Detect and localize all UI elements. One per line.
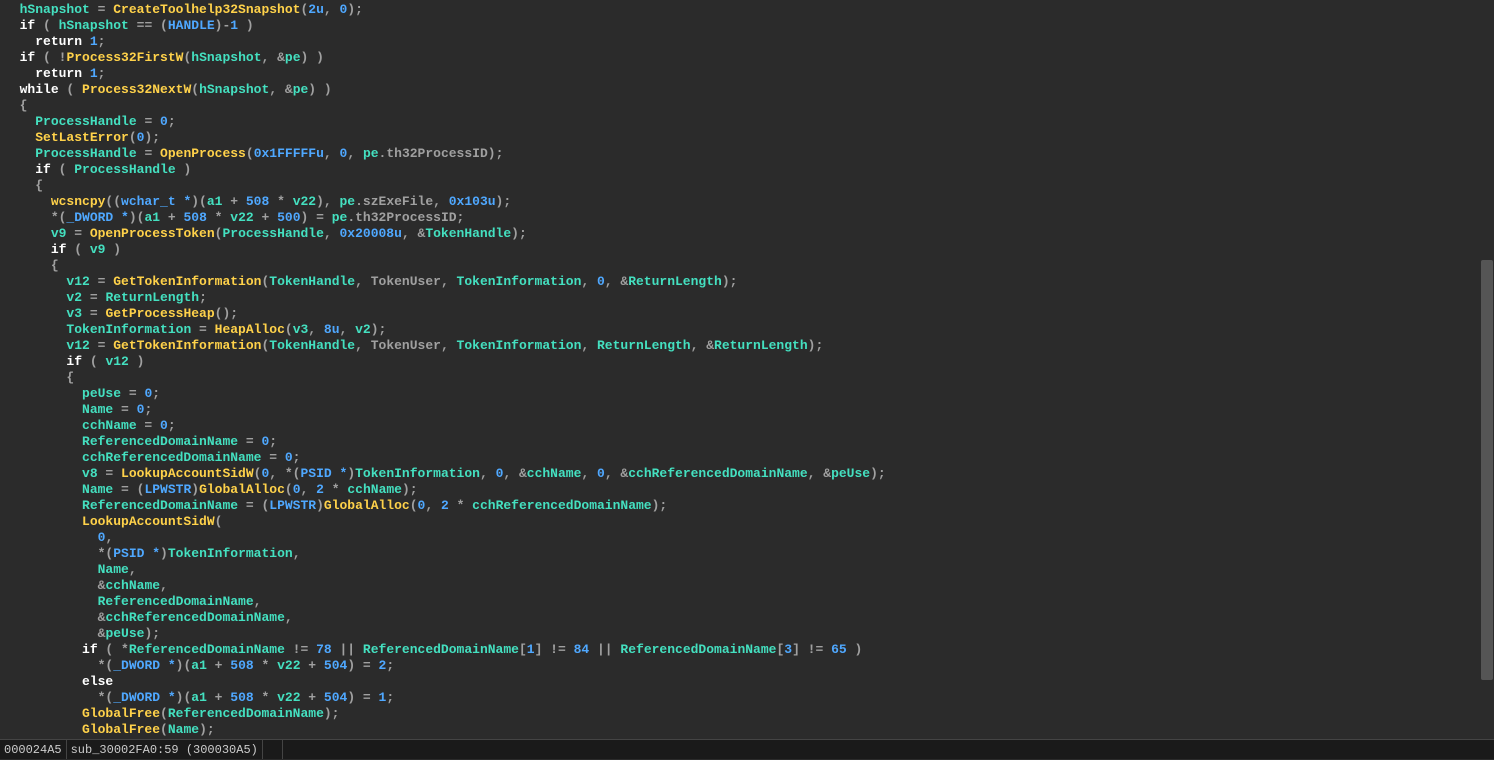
code-line[interactable]: *(_DWORD *)(a1 + 508 * v22 + 500) = pe.t…	[0, 210, 1494, 226]
code-line[interactable]: if ( v12 )	[0, 354, 1494, 370]
code-line[interactable]: return 1;	[0, 34, 1494, 50]
scrollbar-thumb[interactable]	[1481, 260, 1493, 680]
code-line[interactable]: *(_DWORD *)(a1 + 508 * v22 + 504) = 2;	[0, 658, 1494, 674]
status-bar: 000024A5 sub_30002FA0:59 (300030A5)	[0, 739, 1494, 759]
code-line[interactable]: *(PSID *)TokenInformation,	[0, 546, 1494, 562]
code-line[interactable]: cchName = 0;	[0, 418, 1494, 434]
code-line[interactable]: &peUse);	[0, 626, 1494, 642]
code-line[interactable]: ProcessHandle = 0;	[0, 114, 1494, 130]
code-line[interactable]: v12 = GetTokenInformation(TokenHandle, T…	[0, 274, 1494, 290]
code-line[interactable]: v2 = ReturnLength;	[0, 290, 1494, 306]
code-line[interactable]: cchReferencedDomainName = 0;	[0, 450, 1494, 466]
code-line[interactable]: hSnapshot = CreateToolhelp32Snapshot(2u,…	[0, 2, 1494, 18]
code-line[interactable]: v9 = OpenProcessToken(ProcessHandle, 0x2…	[0, 226, 1494, 242]
code-line[interactable]: ReferencedDomainName = (LPWSTR)GlobalAll…	[0, 498, 1494, 514]
code-line[interactable]: return 1;	[0, 66, 1494, 82]
code-line[interactable]: {	[0, 178, 1494, 194]
code-line[interactable]: GlobalFree(Name);	[0, 722, 1494, 738]
code-line[interactable]: GlobalFree(ReferencedDomainName);	[0, 706, 1494, 722]
code-line[interactable]: &cchName,	[0, 578, 1494, 594]
code-line[interactable]: Name = 0;	[0, 402, 1494, 418]
code-line[interactable]: &cchReferencedDomainName,	[0, 610, 1494, 626]
code-line[interactable]: if ( hSnapshot == (HANDLE)-1 )	[0, 18, 1494, 34]
status-location: sub_30002FA0:59 (300030A5)	[67, 740, 263, 759]
code-line[interactable]: SetLastError(0);	[0, 130, 1494, 146]
code-line[interactable]: if ( v9 )	[0, 242, 1494, 258]
code-line[interactable]: v3 = GetProcessHeap();	[0, 306, 1494, 322]
code-line[interactable]: {	[0, 98, 1494, 114]
code-line[interactable]: Name,	[0, 562, 1494, 578]
code-line[interactable]: {	[0, 370, 1494, 386]
code-line[interactable]: if ( ProcessHandle )	[0, 162, 1494, 178]
vertical-scrollbar[interactable]	[1480, 0, 1494, 739]
code-line[interactable]: ReferencedDomainName,	[0, 594, 1494, 610]
code-line[interactable]: v12 = GetTokenInformation(TokenHandle, T…	[0, 338, 1494, 354]
code-line[interactable]: else	[0, 674, 1494, 690]
code-line[interactable]: {	[0, 258, 1494, 274]
code-line[interactable]: Name = (LPWSTR)GlobalAlloc(0, 2 * cchNam…	[0, 482, 1494, 498]
code-line[interactable]: ReferencedDomainName = 0;	[0, 434, 1494, 450]
status-offset: 000024A5	[0, 740, 67, 759]
code-line[interactable]: if ( *ReferencedDomainName != 78 || Refe…	[0, 642, 1494, 658]
status-command-input[interactable]	[263, 740, 283, 759]
code-line[interactable]: wcsncpy((wchar_t *)(a1 + 508 * v22), pe.…	[0, 194, 1494, 210]
code-line[interactable]: 0,	[0, 530, 1494, 546]
code-line[interactable]: peUse = 0;	[0, 386, 1494, 402]
code-line[interactable]: ProcessHandle = OpenProcess(0x1FFFFFu, 0…	[0, 146, 1494, 162]
code-line[interactable]: LookupAccountSidW(	[0, 514, 1494, 530]
code-line[interactable]: *(_DWORD *)(a1 + 508 * v22 + 504) = 1;	[0, 690, 1494, 706]
decompiler-view[interactable]: hSnapshot = CreateToolhelp32Snapshot(2u,…	[0, 0, 1494, 739]
code-line[interactable]: TokenInformation = HeapAlloc(v3, 8u, v2)…	[0, 322, 1494, 338]
code-line[interactable]: while ( Process32NextW(hSnapshot, &pe) )	[0, 82, 1494, 98]
code-line[interactable]: v8 = LookupAccountSidW(0, *(PSID *)Token…	[0, 466, 1494, 482]
code-line[interactable]: if ( !Process32FirstW(hSnapshot, &pe) )	[0, 50, 1494, 66]
